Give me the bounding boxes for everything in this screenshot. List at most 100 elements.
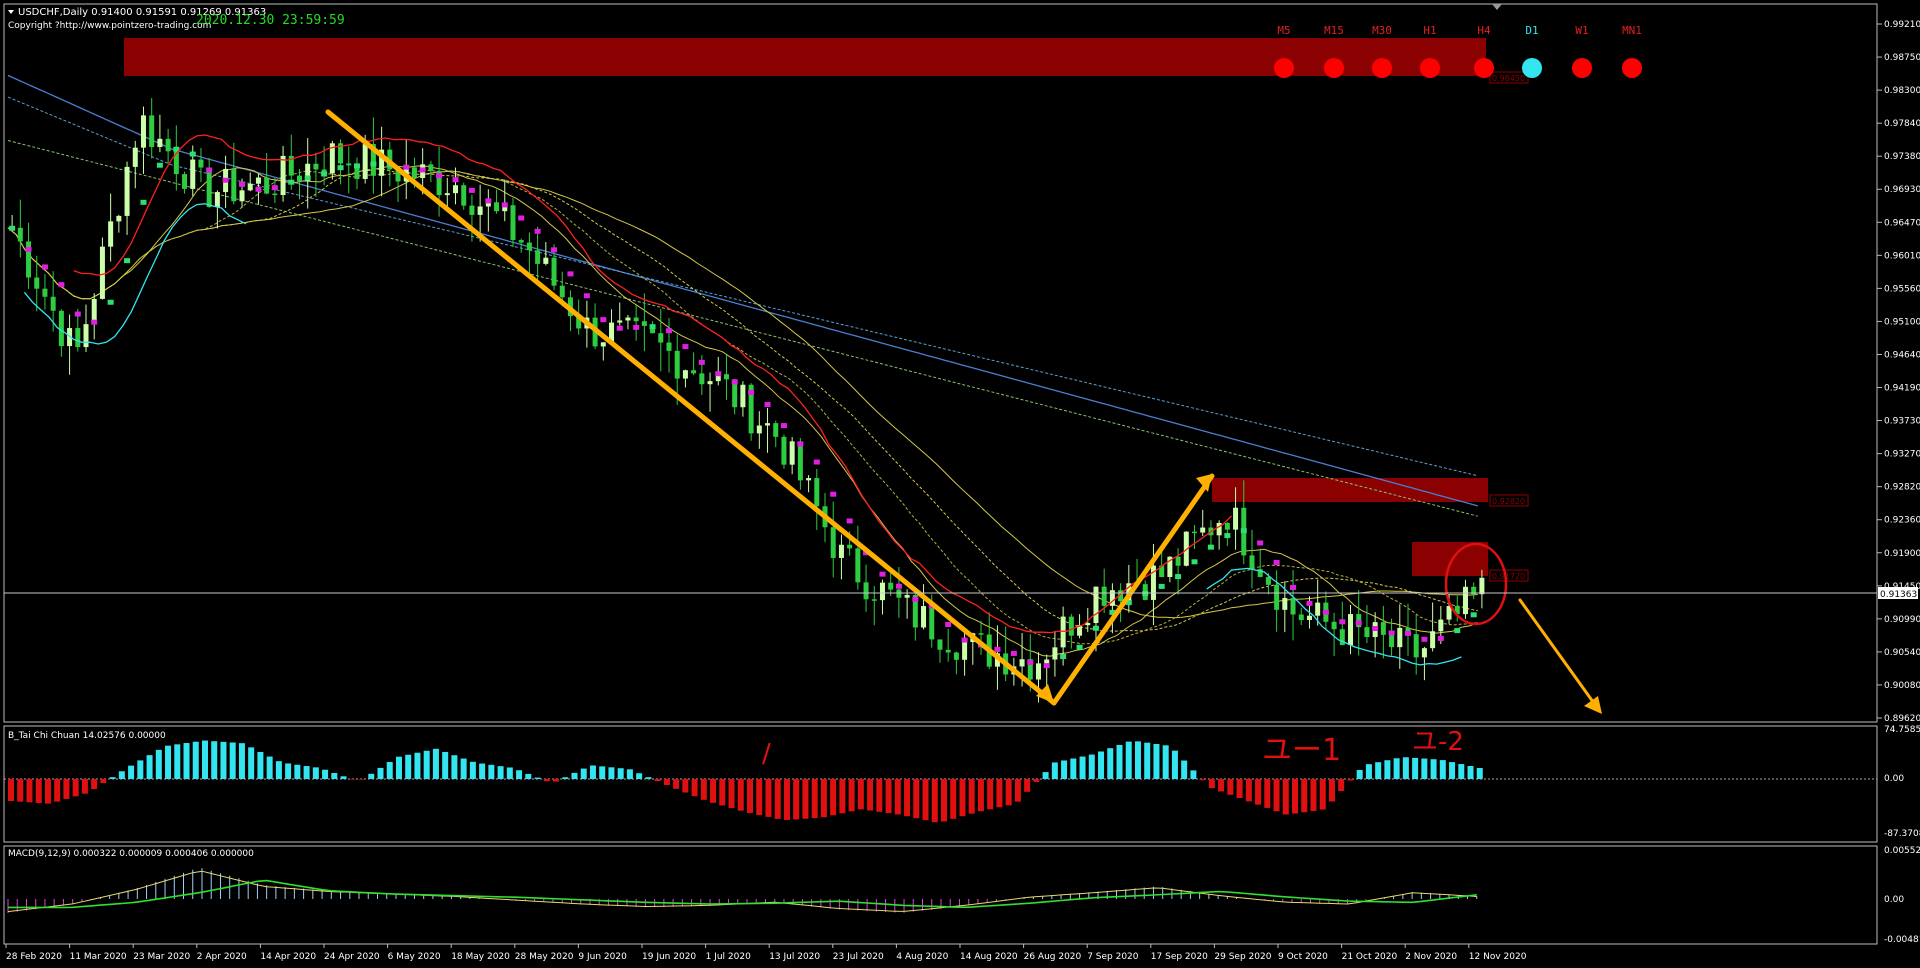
trend-dot xyxy=(353,163,360,169)
histogram-bar xyxy=(940,779,947,822)
date-tick-label: 9 Oct 2020 xyxy=(1278,952,1328,962)
timeframe-label: H1 xyxy=(1423,24,1436,37)
timeframe-label: MN1 xyxy=(1622,24,1642,37)
candle-body xyxy=(666,342,672,351)
histogram-bar xyxy=(1402,757,1409,779)
candle-body xyxy=(17,227,23,242)
histogram-bar xyxy=(368,773,375,779)
candle-body xyxy=(847,544,853,549)
candle-body xyxy=(625,317,631,321)
price-tick-label: 0.99210 xyxy=(1884,20,1920,30)
histogram-bar xyxy=(774,779,781,819)
date-tick-label: 7 Sep 2020 xyxy=(1087,952,1139,962)
histogram-bar xyxy=(432,748,439,779)
histogram-bar xyxy=(1310,779,1317,811)
zone-label: 0.91720 xyxy=(1492,572,1525,581)
candle-body xyxy=(149,115,155,147)
candle-body xyxy=(1282,598,1288,610)
candle-body xyxy=(1060,616,1066,648)
candle-body xyxy=(1298,614,1304,620)
histogram-bar xyxy=(516,770,523,779)
trend-dot xyxy=(485,198,492,204)
candle-body xyxy=(937,639,943,650)
date-tick-label: 21 Oct 2020 xyxy=(1342,952,1398,962)
date-tick-label: 9 Jun 2020 xyxy=(578,952,627,962)
candle-body xyxy=(953,652,959,660)
trend-dot xyxy=(74,311,81,317)
histogram-bar xyxy=(663,779,670,786)
candle-body xyxy=(50,296,56,311)
histogram-bar xyxy=(238,743,245,779)
histogram-bar xyxy=(1088,754,1095,779)
histogram-bar xyxy=(1319,779,1326,810)
trend-dot xyxy=(1388,630,1395,636)
histogram-bar xyxy=(1393,758,1400,779)
histogram-bar xyxy=(599,766,606,779)
trend-dot xyxy=(288,179,295,185)
trend-dot xyxy=(1355,620,1362,626)
candle-body xyxy=(1265,576,1271,585)
histogram-bar xyxy=(248,747,255,779)
candle-body xyxy=(214,192,220,208)
trend-dot xyxy=(633,324,640,330)
histogram-bar xyxy=(673,779,680,789)
candle-body xyxy=(165,138,171,152)
trend-dot xyxy=(1207,544,1214,550)
histogram-bar xyxy=(1116,744,1123,779)
date-tick-label: 4 Aug 2020 xyxy=(896,952,948,962)
histogram-bar xyxy=(617,768,624,779)
histogram-bar xyxy=(460,758,467,779)
candle-body xyxy=(247,183,253,191)
trend-dot xyxy=(1306,600,1313,606)
histogram-bar xyxy=(931,779,938,823)
candle-body xyxy=(896,589,902,598)
trend-dot xyxy=(1421,636,1428,642)
candle-body xyxy=(116,215,122,222)
histogram-bar xyxy=(636,773,643,779)
date-tick-label: 26 Aug 2020 xyxy=(1024,952,1082,962)
trend-dot xyxy=(1158,583,1165,589)
price-tick-label: 0.98300 xyxy=(1884,86,1920,96)
histogram-bar xyxy=(331,773,338,779)
histogram-bar xyxy=(1412,757,1419,779)
date-tick-label: 23 Jul 2020 xyxy=(833,952,884,962)
candle-body xyxy=(239,190,245,202)
trend-dot xyxy=(124,258,131,264)
candle-body xyxy=(280,155,286,196)
candle-body xyxy=(682,370,688,379)
trend-dot xyxy=(682,344,689,350)
histogram-bar xyxy=(1476,768,1483,779)
candle-body xyxy=(1101,586,1107,606)
histogram-bar xyxy=(1098,751,1105,779)
histogram-bar xyxy=(700,779,707,800)
candle-body xyxy=(362,144,368,179)
histogram-bar xyxy=(211,741,218,779)
histogram-bar xyxy=(1301,779,1308,813)
trend-dot xyxy=(337,165,344,171)
histogram-bar xyxy=(118,771,125,779)
histogram-bar xyxy=(1236,779,1243,799)
indicator1-tick-label: -87.37081 xyxy=(1884,829,1920,839)
date-tick-label: 2 Nov 2020 xyxy=(1405,952,1457,962)
candle-body xyxy=(1224,522,1230,530)
candle-body xyxy=(26,241,32,278)
histogram-bar xyxy=(1144,742,1151,779)
price-tick-label: 0.94640 xyxy=(1884,350,1920,360)
candle-body xyxy=(1290,598,1296,615)
candle-body xyxy=(707,381,713,385)
candle-body xyxy=(428,164,434,171)
trend-dot xyxy=(1437,635,1444,641)
histogram-bar xyxy=(1005,779,1012,806)
histogram-bar xyxy=(857,779,864,810)
histogram-bar xyxy=(220,741,227,779)
histogram-bar xyxy=(691,779,698,797)
trend-dot xyxy=(468,187,475,193)
histogram-bar xyxy=(377,767,384,779)
price-tick-label: 0.95560 xyxy=(1884,284,1920,294)
trend-dot xyxy=(58,282,65,288)
candle-body xyxy=(1093,586,1099,623)
histogram-bar xyxy=(737,779,744,811)
indicator1-tick-label: 74.75856 xyxy=(1884,725,1920,735)
date-tick-label: 6 May 2020 xyxy=(388,952,441,962)
histogram-bar xyxy=(765,779,772,817)
